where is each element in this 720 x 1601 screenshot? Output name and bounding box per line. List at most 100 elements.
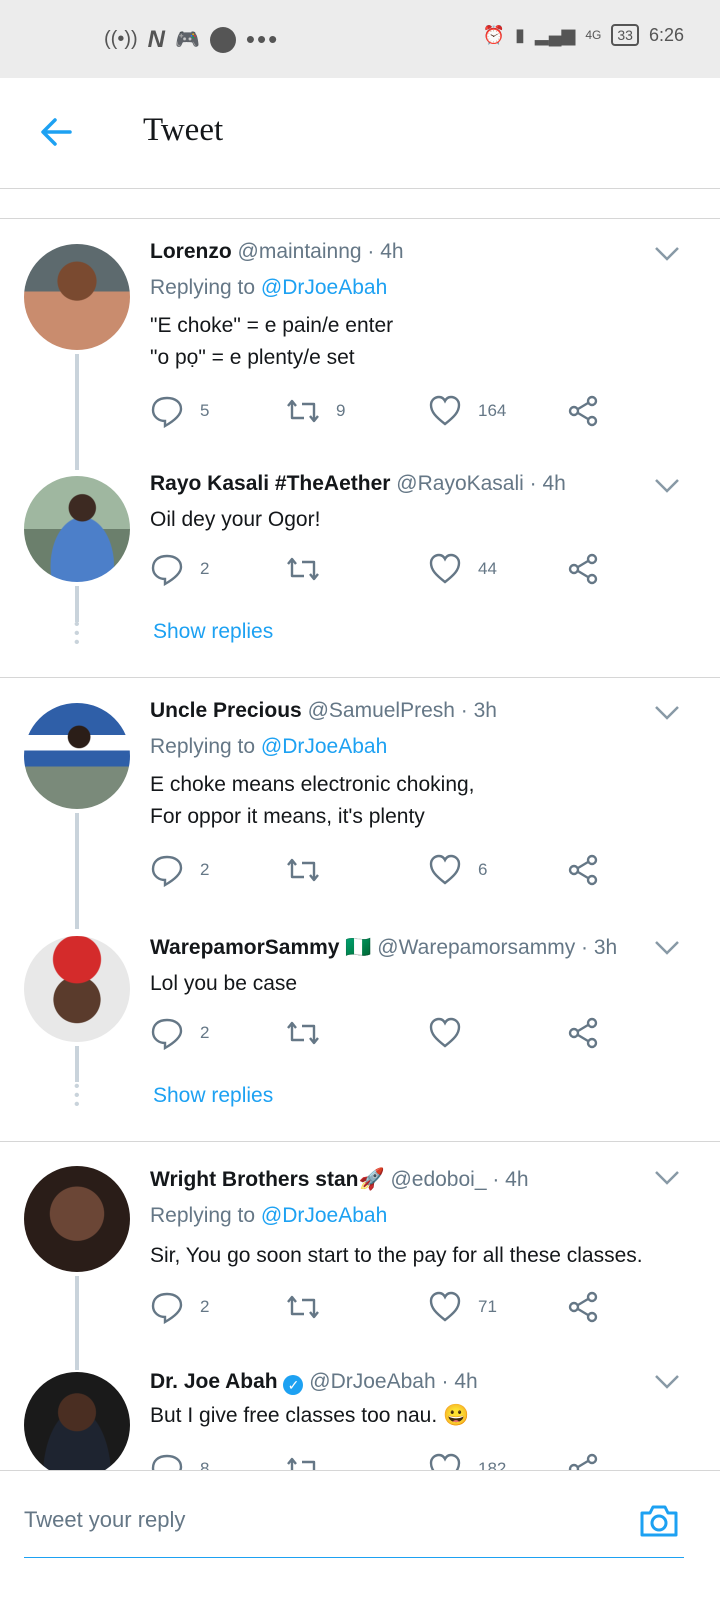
replying-label: Replying to	[150, 735, 256, 758]
thread-line	[75, 813, 79, 929]
like-count: 182	[478, 1459, 507, 1470]
heart-icon	[429, 1291, 461, 1322]
network-type: 4G	[585, 28, 602, 42]
tweet-text-line: Lol you be case	[150, 972, 298, 995]
retweet-icon	[287, 1457, 316, 1470]
camera-icon[interactable]	[638, 1501, 680, 1541]
tweet-actions: 5 9 164	[150, 394, 610, 434]
reply-button[interactable]: 5	[150, 394, 209, 428]
retweet-button[interactable]	[286, 552, 336, 586]
tweet-drjoeabah[interactable]: Dr. Joe Abah ✓ @DrJoeAbah · 4h But I giv…	[0, 1368, 720, 1470]
tweet-actions: 2 44	[150, 552, 610, 592]
retweet-icon	[287, 1021, 319, 1045]
chevron-down-icon[interactable]	[654, 478, 680, 494]
share-button[interactable]	[566, 1016, 600, 1050]
tweet-actions: 2 71	[150, 1290, 610, 1330]
reply-mention[interactable]: @DrJoeAbah	[261, 276, 387, 299]
retweet-button[interactable]	[286, 853, 336, 887]
like-button[interactable]: 6	[428, 853, 487, 887]
user-name[interactable]: Dr. Joe Abah	[150, 1370, 278, 1393]
user-name[interactable]: Lorenzo	[150, 240, 232, 263]
avatar[interactable]	[24, 476, 130, 582]
reply-button[interactable]: 2	[150, 1016, 209, 1050]
divider	[0, 677, 720, 678]
avatar[interactable]	[24, 1372, 130, 1470]
heart-icon	[429, 553, 461, 584]
reply-icon	[151, 1018, 183, 1050]
user-handle: @Warepamorsammy · 3h	[377, 936, 618, 959]
tweet-text-line: Sir, You go soon start to the pay for al…	[150, 1244, 643, 1267]
tweet-text: Lol you be case	[150, 968, 297, 1000]
retweet-button[interactable]	[286, 1452, 336, 1470]
avatar[interactable]	[24, 936, 130, 1042]
like-count: 71	[478, 1297, 497, 1316]
avatar[interactable]	[24, 1166, 130, 1272]
user-name[interactable]: WarepamorSammy 🇳🇬	[150, 936, 371, 959]
more-icon: •••	[245, 24, 280, 54]
user-name[interactable]: Uncle Precious	[150, 699, 302, 722]
clock: 6:26	[648, 24, 684, 45]
chevron-down-icon[interactable]	[654, 1374, 680, 1390]
chevron-down-icon[interactable]	[654, 940, 680, 956]
retweet-button[interactable]: 9	[286, 394, 345, 428]
reply-mention[interactable]: @DrJoeAbah	[261, 735, 387, 758]
reply-count: 2	[200, 1023, 210, 1042]
reply-mention[interactable]: @DrJoeAbah	[261, 1204, 387, 1227]
back-arrow-icon[interactable]	[38, 114, 74, 150]
reply-count: 2	[200, 860, 210, 879]
reply-button[interactable]: 8	[150, 1452, 209, 1470]
show-replies-link[interactable]: Show replies	[153, 1084, 273, 1108]
chevron-down-icon[interactable]	[654, 705, 680, 721]
like-button[interactable]: 71	[428, 1290, 497, 1324]
divider	[0, 1141, 720, 1142]
reply-input[interactable]: Tweet your reply	[24, 1507, 185, 1533]
heart-icon	[429, 1017, 461, 1048]
reply-count: 2	[200, 559, 210, 578]
reply-button[interactable]: 2	[150, 552, 209, 586]
user-name[interactable]: Wright Brothers stan🚀	[150, 1168, 385, 1191]
like-button[interactable]: 164	[428, 394, 506, 428]
avatar[interactable]	[24, 703, 130, 809]
signal-icon: ▂▄▆	[534, 24, 576, 45]
share-icon	[568, 1017, 598, 1049]
share-button[interactable]	[566, 1290, 600, 1324]
chevron-down-icon[interactable]	[654, 246, 680, 262]
thread-dots: • • •	[74, 616, 80, 651]
share-button[interactable]	[566, 1452, 600, 1470]
thread-line	[75, 354, 79, 470]
avatar[interactable]	[24, 244, 130, 350]
share-icon	[568, 395, 598, 427]
like-button[interactable]: 44	[428, 552, 497, 586]
like-button[interactable]: 182	[428, 1452, 506, 1470]
replying-label: Replying to	[150, 1204, 256, 1227]
retweet-button[interactable]	[286, 1290, 336, 1324]
thread-dots: • • •	[74, 1078, 80, 1113]
heart-icon	[429, 395, 461, 426]
share-button[interactable]	[566, 853, 600, 887]
heart-icon	[429, 854, 461, 885]
reply-button[interactable]: 2	[150, 1290, 209, 1324]
tweet-actions: 8 182	[150, 1452, 610, 1470]
circle-icon	[209, 26, 236, 53]
share-button[interactable]	[566, 394, 600, 428]
replying-label: Replying to	[150, 276, 256, 299]
user-handle: @RayoKasali · 4h	[396, 472, 566, 495]
tweet-text-line: Oil dey your Ogor!	[150, 508, 321, 531]
reply-button[interactable]: 2	[150, 853, 209, 887]
tweet-text-line: "E choke" = e pain/e enter	[150, 314, 394, 337]
like-button[interactable]	[428, 1016, 478, 1050]
heart-icon	[429, 1453, 461, 1470]
share-button[interactable]	[566, 552, 600, 586]
show-replies-link[interactable]: Show replies	[153, 620, 273, 644]
user-name[interactable]: Rayo Kasali #TheAether	[150, 472, 390, 495]
tweet-text-line: But I give free classes too nau. 😀	[150, 1404, 470, 1427]
chevron-down-icon[interactable]	[654, 1170, 680, 1186]
like-count: 164	[478, 401, 507, 420]
thread-line	[75, 1046, 79, 1082]
reply-icon	[151, 1292, 183, 1324]
tweet-text: Sir, You go soon start to the pay for al…	[150, 1240, 643, 1272]
reply-count: 2	[200, 1297, 210, 1316]
share-icon	[568, 1453, 598, 1470]
retweet-button[interactable]	[286, 1016, 336, 1050]
vibrate-icon: ▮	[515, 24, 525, 45]
